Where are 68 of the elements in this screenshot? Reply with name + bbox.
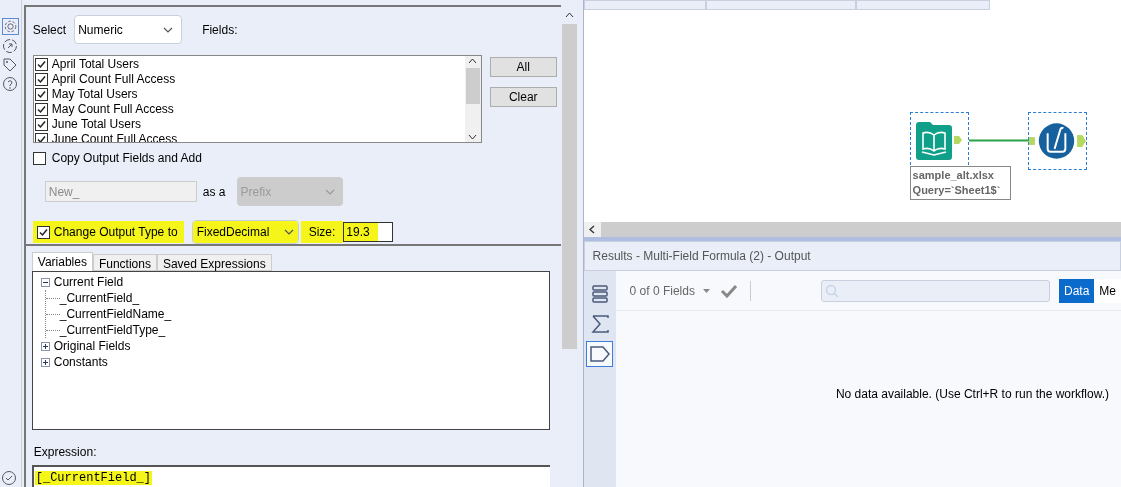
horizontal-scrollbar[interactable] [583, 222, 1121, 237]
search-field[interactable] [820, 279, 1050, 302]
chevron-down-icon [325, 188, 336, 195]
tab[interactable]: Saved Expressions [156, 254, 272, 271]
scroll-up-icon[interactable] [564, 12, 574, 18]
type-filter-dropdown[interactable]: Numeric [74, 15, 183, 44]
copy-output-label: Copy Output Fields and Add [51, 150, 202, 167]
tree-item[interactable]: _CurrentField_ [59, 290, 140, 306]
scrollbar[interactable] [464, 56, 481, 142]
check-circle-icon [1, 470, 17, 486]
help-icon[interactable] [2, 76, 19, 92]
select-label: Select [32, 21, 67, 39]
as-a-label: as a [202, 183, 226, 201]
tool-annotation: sample_alt.xlsx Query=`Sheet1$` [909, 166, 1011, 200]
results-view-button[interactable] [586, 341, 614, 367]
fields-label: Fields: [202, 21, 238, 39]
empty-message: No data available. (Use Ctrl+R to run the workflow.) [835, 386, 1109, 403]
view-tab[interactable]: Me [1094, 278, 1121, 303]
sigma-icon [590, 315, 609, 333]
beaker-icon [1028, 122, 1086, 160]
list-button[interactable]: Clear [489, 87, 557, 107]
scroll-up-icon[interactable] [468, 58, 478, 64]
view-tab[interactable]: Data [1058, 278, 1095, 303]
caret-icon[interactable] [702, 288, 710, 293]
tree-item[interactable]: Original Fields [53, 338, 131, 354]
fields-count[interactable]: 0 of 0 Fields [629, 281, 695, 300]
size-label: Size: [300, 221, 344, 243]
tree-item[interactable]: _CurrentFieldType_ [59, 322, 166, 338]
results-title: Results - Multi-Field Formula (2) - Output [592, 248, 811, 265]
expand-icon[interactable] [40, 341, 50, 351]
checkbox[interactable] [34, 103, 48, 116]
list-button[interactable]: All [489, 57, 557, 77]
tab[interactable]: Variables [31, 252, 93, 271]
formula-tool-node[interactable] [1027, 112, 1087, 170]
chevron-down-icon [283, 229, 294, 235]
scroll-down-icon[interactable] [468, 134, 478, 140]
change-type-label: Change Output Type to [53, 224, 178, 241]
checkbox[interactable] [36, 225, 50, 239]
collapse-icon[interactable] [40, 277, 50, 287]
settings-icon[interactable] [1, 18, 19, 35]
tree-item[interactable]: Current Field [53, 274, 124, 290]
tree-item[interactable]: Constants [53, 354, 108, 370]
tag-icon[interactable] [2, 57, 19, 73]
tree-item[interactable]: _CurrentFieldName_ [59, 306, 172, 322]
rows-icon [591, 285, 608, 303]
checkbox[interactable] [34, 118, 48, 131]
tag-icon [589, 346, 610, 362]
field-item[interactable]: May Total Users [51, 87, 138, 102]
output-type-dropdown[interactable]: FixedDecimal [191, 220, 299, 244]
field-item[interactable]: April Total Users [51, 57, 139, 72]
search-icon [824, 283, 839, 298]
expand-icon[interactable] [40, 357, 50, 367]
scroll-left-icon[interactable] [589, 225, 596, 234]
checkbox[interactable] [34, 88, 48, 101]
tab[interactable]: Functions [92, 254, 157, 271]
field-item[interactable]: April Count Full Access [51, 72, 176, 87]
check-icon[interactable] [719, 283, 738, 298]
size-field[interactable]: 19.3 [343, 222, 394, 242]
checkbox[interactable] [34, 73, 48, 86]
expression-field[interactable]: [_CurrentField_] [31, 465, 550, 487]
checkbox[interactable] [34, 58, 48, 71]
checkbox[interactable] [32, 151, 46, 165]
book-icon [916, 122, 963, 160]
field-item[interactable]: May Count Full Access [51, 102, 174, 117]
expression-label: Expression: [33, 444, 98, 461]
field-item[interactable]: June Total Users [51, 117, 141, 132]
checkbox[interactable] [34, 133, 48, 142]
chevron-down-icon [163, 26, 174, 33]
